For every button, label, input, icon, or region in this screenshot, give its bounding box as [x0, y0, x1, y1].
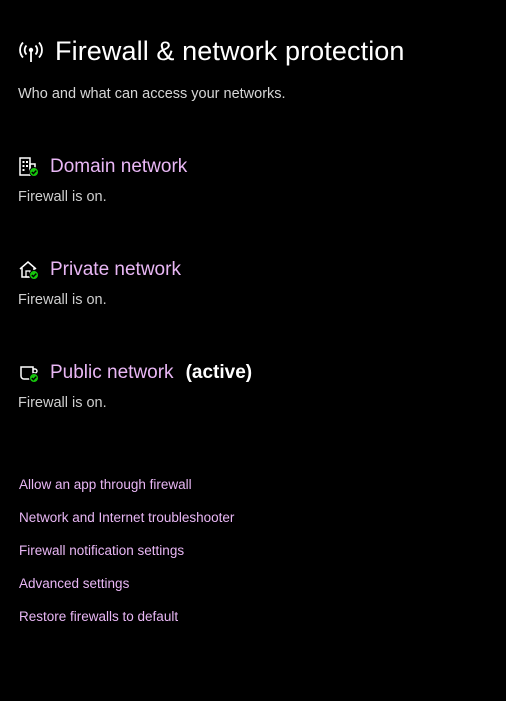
- domain-network-link[interactable]: Domain network: [18, 156, 187, 178]
- public-network-status: Firewall is on.: [18, 395, 107, 411]
- active-network-badge: (active): [185, 362, 253, 383]
- troubleshooter-link[interactable]: Network and Internet troubleshooter: [19, 509, 234, 542]
- private-network-status: Firewall is on.: [18, 292, 107, 308]
- private-network-section: Private network Firewall is on.: [18, 259, 181, 308]
- page-header: Firewall & network protection: [18, 36, 405, 67]
- broadcast-antenna-icon: [18, 39, 44, 65]
- notification-settings-link[interactable]: Firewall notification settings: [19, 542, 234, 575]
- allow-app-link[interactable]: Allow an app through firewall: [19, 476, 234, 509]
- page-subtitle: Who and what can access your networks.: [18, 86, 286, 102]
- public-network-link[interactable]: Public network (active): [18, 362, 252, 384]
- domain-building-icon: [18, 156, 40, 178]
- restore-defaults-link[interactable]: Restore firewalls to default: [19, 608, 234, 641]
- public-coffee-icon: [18, 362, 40, 384]
- private-network-name: Private network: [50, 259, 181, 280]
- settings-links: Allow an app through firewall Network an…: [19, 476, 234, 641]
- domain-network-status: Firewall is on.: [18, 189, 107, 205]
- domain-network-section: Domain network Firewall is on.: [18, 156, 187, 205]
- private-network-link[interactable]: Private network: [18, 259, 181, 281]
- private-home-icon: [18, 259, 40, 281]
- advanced-settings-link[interactable]: Advanced settings: [19, 575, 234, 608]
- public-network-section: Public network (active) Firewall is on.: [18, 362, 252, 411]
- domain-network-name: Domain network: [50, 156, 188, 177]
- page-title: Firewall & network protection: [55, 36, 405, 66]
- public-network-name: Public network: [50, 362, 174, 383]
